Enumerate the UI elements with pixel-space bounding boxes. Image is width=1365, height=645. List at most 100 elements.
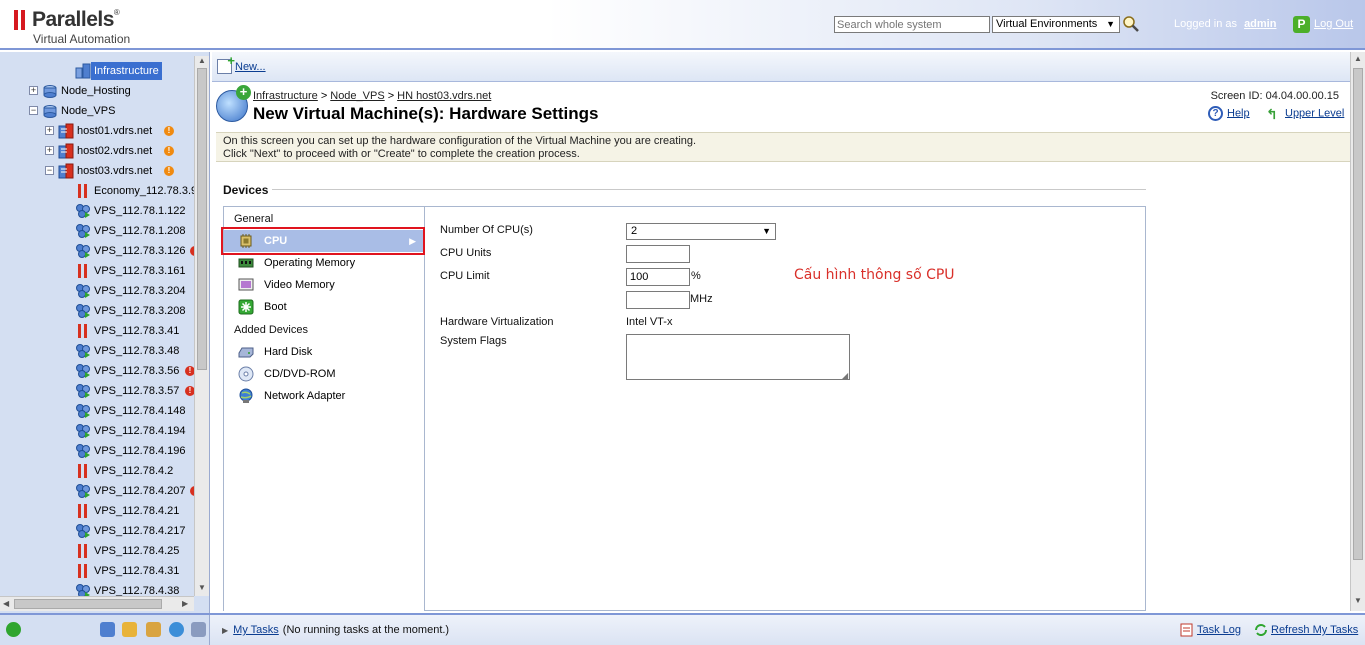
device-item-label: Boot	[264, 301, 287, 313]
refresh-my-tasks-link[interactable]: Refresh My Tasks	[1254, 623, 1358, 637]
settings-icon[interactable]	[169, 622, 184, 637]
tree-node[interactable]: Infrastructure	[0, 62, 194, 80]
scroll-down-icon[interactable]: ▼	[1354, 596, 1362, 605]
expand-icon[interactable]: +	[45, 126, 54, 135]
tree-node[interactable]: + host01.vdrs.net!	[0, 122, 194, 140]
templates-icon[interactable]	[146, 622, 161, 637]
main-vertical-scrollbar[interactable]: ▲ ▼	[1350, 52, 1365, 611]
help-link[interactable]: ? Help	[1208, 106, 1250, 121]
task-log-link[interactable]: Task Log	[1180, 623, 1241, 637]
devices-section-title: Devices	[223, 183, 269, 197]
expand-icon[interactable]: +	[45, 146, 54, 155]
tree-node-label: VPS_112.78.4.25	[94, 545, 180, 557]
folder-icon[interactable]	[122, 622, 137, 637]
tree-node[interactable]: VPS_112.78.3.161	[0, 262, 194, 280]
infrastructure-icon[interactable]	[100, 622, 115, 637]
tree-node-label: VPS_112.78.4.38	[94, 585, 180, 596]
tree-node[interactable]: VPS_112.78.3.208	[0, 302, 194, 320]
cpu-limit-mhz-input[interactable]	[626, 291, 690, 309]
tree-node[interactable]: VPS_112.78.3.48	[0, 342, 194, 360]
sidebar-horizontal-scrollbar[interactable]: ◀ ▶	[0, 596, 194, 611]
tree-node[interactable]: + Node_Hosting	[0, 82, 194, 100]
device-item-network-adapter[interactable]: Network Adapter	[224, 385, 424, 407]
breadcrumb-infrastructure[interactable]: Infrastructure	[253, 90, 318, 102]
search-input[interactable]	[834, 16, 990, 33]
scroll-up-icon[interactable]: ▲	[198, 56, 206, 65]
scrollbar-thumb[interactable]	[14, 599, 162, 609]
sidebar-vertical-scrollbar[interactable]: ▲ ▼	[194, 56, 209, 596]
tree-node[interactable]: VPS_112.78.3.204	[0, 282, 194, 300]
my-tasks-area: ▶ My Tasks (No running tasks at the moment…	[222, 624, 449, 636]
tree-node[interactable]: VPS_112.78.4.21	[0, 502, 194, 520]
expand-icon[interactable]: +	[29, 86, 38, 95]
cpu-limit-percent-input[interactable]	[626, 268, 690, 286]
device-item-label: Hard Disk	[264, 346, 313, 358]
node-group-icon	[43, 85, 57, 98]
tree-node[interactable]: VPS_112.78.1.208	[0, 222, 194, 240]
cpu-units-input[interactable]	[626, 245, 690, 263]
expand-tasks-icon[interactable]: ▶	[222, 626, 228, 635]
tools-icon[interactable]	[191, 622, 206, 637]
tree-node[interactable]: VPS_112.78.3.126!	[0, 242, 194, 260]
scroll-left-icon[interactable]: ◀	[3, 599, 9, 608]
scroll-up-icon[interactable]: ▲	[1354, 54, 1362, 63]
logout-link[interactable]: Log Out	[1314, 18, 1353, 30]
search-icon[interactable]	[1122, 15, 1140, 33]
alert-badge-icon: !	[164, 146, 174, 156]
device-item-video-memory[interactable]: Video Memory	[224, 274, 424, 296]
tree-node[interactable]: VPS_112.78.3.56!	[0, 362, 194, 380]
tree-node[interactable]: VPS_112.78.3.57!	[0, 382, 194, 400]
scrollbar-thumb[interactable]	[1353, 68, 1363, 560]
breadcrumb-host03[interactable]: HN host03.vdrs.net	[397, 90, 491, 102]
breadcrumb-node-vps[interactable]: Node_VPS	[330, 90, 384, 102]
tree-node[interactable]: − host03.vdrs.net!	[0, 162, 194, 180]
tree-node[interactable]: VPS_112.78.1.122	[0, 202, 194, 220]
tree-node[interactable]: VPS_112.78.4.194	[0, 422, 194, 440]
tree-node[interactable]: VPS_112.78.3.41	[0, 322, 194, 340]
tree-node[interactable]: VPS_112.78.4.196	[0, 442, 194, 460]
hardware-virtualization-label: Hardware Virtualization	[440, 316, 554, 328]
tree-node[interactable]: VPS_112.78.4.148	[0, 402, 194, 420]
device-item-hard-disk[interactable]: Hard Disk	[224, 341, 424, 363]
vm-running-icon	[76, 304, 90, 318]
scroll-right-icon[interactable]: ▶	[182, 599, 188, 608]
my-tasks-link[interactable]: My Tasks	[233, 624, 279, 636]
search-scope-select[interactable]: Virtual Environments ▼	[992, 16, 1120, 33]
tree-node[interactable]: + host02.vdrs.net!	[0, 142, 194, 160]
tree-node[interactable]: VPS_112.78.4.2	[0, 462, 194, 480]
hardware-node-icon	[58, 163, 74, 179]
collapse-icon[interactable]: −	[45, 166, 54, 175]
device-item-operating-memory[interactable]: Operating Memory	[224, 252, 424, 274]
screen-id: Screen ID: 04.04.00.00.15	[1210, 90, 1339, 102]
vm-running-icon	[76, 344, 90, 358]
tree-node[interactable]: VPS_112.78.4.38	[0, 582, 194, 596]
cpu-highlight-box	[221, 227, 425, 255]
tree-node-label: VPS_112.78.4.21	[94, 505, 180, 517]
infrastructure-sidebar: Infrastructure + Node_Hosting − Node_VPS + hos…	[0, 52, 210, 613]
tree-node[interactable]: Economy_112.78.3.9	[0, 182, 194, 200]
refresh-my-tasks-label: Refresh My Tasks	[1271, 623, 1359, 636]
scrollbar-thumb[interactable]	[197, 68, 207, 370]
tree-node-label: VPS_112.78.1.122	[94, 205, 186, 217]
system-flags-textarea[interactable]	[626, 334, 850, 380]
num-cpus-select[interactable]: 2 ▼	[626, 223, 776, 240]
parallels-logo[interactable]: Parallels® Virtual Automation	[14, 8, 174, 48]
collapse-icon[interactable]: −	[29, 106, 38, 115]
new-button[interactable]: New...	[217, 53, 266, 75]
device-item-boot[interactable]: Boot	[224, 296, 424, 318]
hardware-node-icon	[58, 123, 74, 139]
upper-level-link[interactable]: ↰ Upper Level	[1266, 106, 1344, 122]
logout-icon[interactable]: P	[1293, 16, 1310, 33]
refresh-tree-icon[interactable]	[6, 622, 21, 637]
scroll-down-icon[interactable]: ▼	[198, 583, 206, 592]
resize-grip-icon[interactable]: ◢	[842, 371, 848, 380]
tree-node[interactable]: VPS_112.78.4.217	[0, 522, 194, 540]
tree-node[interactable]: VPS_112.78.4.207!	[0, 482, 194, 500]
user-link[interactable]: admin	[1244, 18, 1276, 30]
tree-node[interactable]: VPS_112.78.4.31	[0, 562, 194, 580]
tree-node-label: Node_VPS	[61, 105, 116, 117]
tree-node[interactable]: VPS_112.78.4.25	[0, 542, 194, 560]
alert-badge-icon: !	[164, 166, 174, 176]
device-item-cd-dvd-rom[interactable]: CD/DVD-ROM	[224, 363, 424, 385]
tree-node[interactable]: − Node_VPS	[0, 102, 194, 120]
